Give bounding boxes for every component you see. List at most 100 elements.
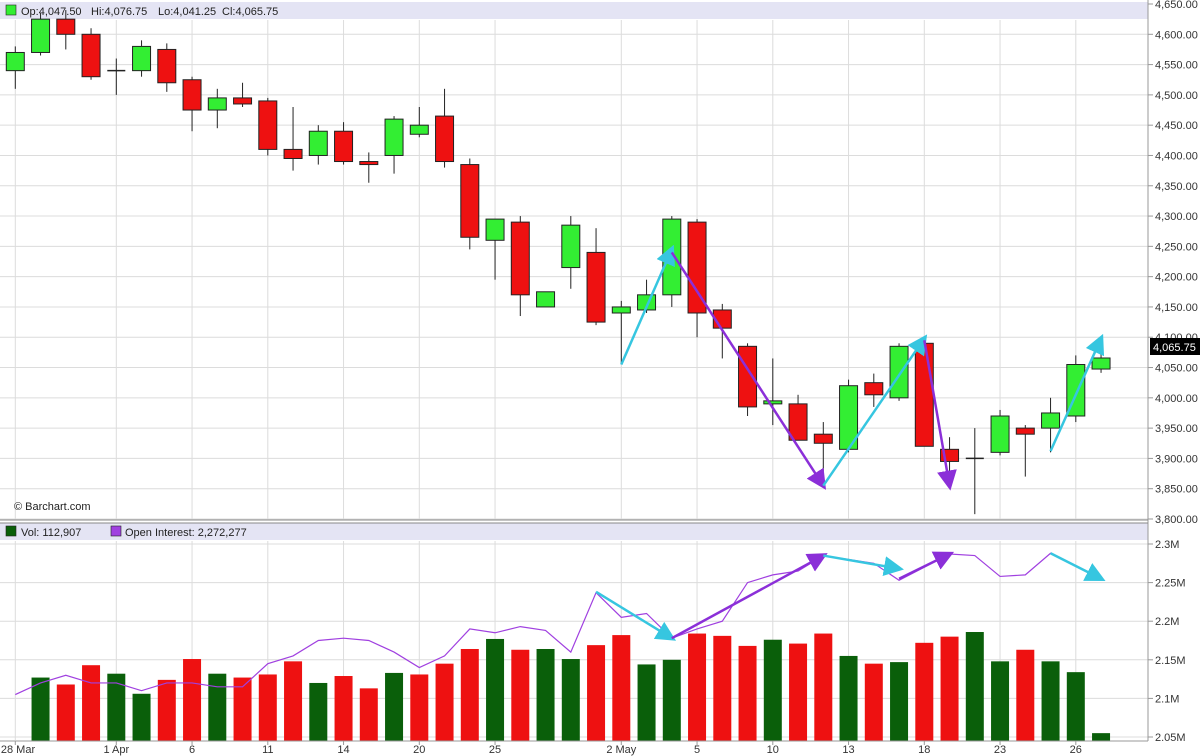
volume-bar xyxy=(486,638,505,741)
low-label: Lo:4,041.25 xyxy=(158,6,216,18)
date-tick-label: 5 xyxy=(694,744,700,756)
date-tick-label: 26 xyxy=(1070,744,1082,756)
candle xyxy=(990,409,1010,456)
candle-body xyxy=(31,18,51,53)
price-tick-label: 4,300.00 xyxy=(1155,211,1198,223)
candle xyxy=(460,158,480,250)
candle-body xyxy=(460,164,480,238)
date-tick-label: 23 xyxy=(994,744,1006,756)
high-label: Hi:4,076.75 xyxy=(91,6,147,18)
date-tick-label: 14 xyxy=(337,744,349,756)
price-tick-label: 4,000.00 xyxy=(1155,393,1198,405)
date-axis-bg xyxy=(0,741,1200,756)
volume-bar xyxy=(789,643,808,741)
volume-bar xyxy=(1041,661,1060,741)
volume-bar xyxy=(410,674,429,741)
chart-root: Op:4,047.50 Hi:4,076.75 Lo:4,041.25 Cl:4… xyxy=(0,0,1200,756)
candle-body xyxy=(1041,412,1061,429)
volume-bar xyxy=(991,661,1010,741)
date-tick-label: 20 xyxy=(413,744,425,756)
candle-body xyxy=(1091,357,1111,370)
volume-tick-label: 2.1M xyxy=(1155,693,1179,705)
volume-bar xyxy=(334,676,353,741)
candle-body xyxy=(81,33,101,78)
candle xyxy=(914,340,934,447)
date-tick-label: 1 Apr xyxy=(103,744,129,756)
volume-bar xyxy=(662,659,681,741)
candle-body xyxy=(763,400,783,405)
price-ticks: 4,650.00 4,600.00 4,550.00 4,500.00 4,450.00… xyxy=(1148,0,1198,526)
volume-bar xyxy=(460,648,479,741)
price-tick-label: 4,600.00 xyxy=(1155,29,1198,41)
candle-body xyxy=(485,218,505,241)
candle xyxy=(889,343,909,401)
price-panel: Op:4,047.50 Hi:4,076.75 Lo:4,041.25 Cl:4… xyxy=(0,0,1148,520)
volume-bar xyxy=(435,663,454,741)
price-tick-label: 3,800.00 xyxy=(1155,514,1198,526)
volume-bar xyxy=(612,635,631,741)
volume-bar xyxy=(839,655,858,741)
volume-bar xyxy=(183,659,202,741)
price-axis: 4,650.00 4,600.00 4,550.00 4,500.00 4,450.00… xyxy=(1147,0,1200,744)
price-tick-label: 4,250.00 xyxy=(1155,241,1198,253)
candle xyxy=(536,291,556,308)
candle-body xyxy=(258,100,278,150)
candle-body xyxy=(384,118,404,156)
volume-bar xyxy=(814,633,833,741)
candle xyxy=(31,13,51,56)
volume-bar xyxy=(587,645,606,741)
candle-body xyxy=(889,345,909,399)
watermark: © Barchart.com xyxy=(14,501,91,513)
candle-body xyxy=(56,18,76,35)
candle-body xyxy=(435,115,455,163)
candle-body xyxy=(182,79,202,111)
date-tick-label: 10 xyxy=(767,744,779,756)
candle xyxy=(1066,355,1086,423)
volume-bar xyxy=(1092,733,1111,741)
date-tick-label: 28 Mar xyxy=(1,744,36,756)
date-tick-label: 18 xyxy=(918,744,930,756)
candle-body xyxy=(157,48,177,84)
candle-body xyxy=(990,415,1010,453)
date-tick-label: 25 xyxy=(489,744,501,756)
candle-body xyxy=(409,124,429,135)
volume-bar xyxy=(561,659,580,741)
volume-bar xyxy=(864,663,883,741)
volume-bar xyxy=(763,639,782,741)
volume-bar xyxy=(208,673,227,741)
volume-panel: Vol: 112,907 Open Interest: 2,272,277 xyxy=(0,523,1148,741)
volume-bar xyxy=(82,665,101,741)
price-tick-label: 4,200.00 xyxy=(1155,272,1198,284)
volume-bar xyxy=(940,636,959,741)
volume-bar xyxy=(1066,672,1085,741)
volume-label: Vol: 112,907 xyxy=(21,527,81,539)
candle-body xyxy=(283,148,303,159)
date-tick-label: 6 xyxy=(189,744,195,756)
volume-bar xyxy=(157,679,176,741)
volume-bar xyxy=(713,635,732,741)
volume-bar xyxy=(536,648,555,741)
candle-body xyxy=(864,382,884,396)
date-tick-label: 13 xyxy=(842,744,854,756)
price-tick-label: 4,150.00 xyxy=(1155,302,1198,314)
candle-body xyxy=(233,97,253,105)
price-tick-label: 4,400.00 xyxy=(1155,150,1198,162)
candle-body xyxy=(510,221,530,296)
date-axis: 28 Mar 1 Apr 6 11 14 20 25 2 May 5 10 13 18 23 26 xyxy=(0,740,1200,756)
price-tick-label: 4,550.00 xyxy=(1155,60,1198,72)
candle-body xyxy=(561,224,581,269)
volume-bar xyxy=(965,632,984,741)
price-tick-label: 3,900.00 xyxy=(1155,453,1198,465)
candle-body xyxy=(308,130,328,156)
price-legend-swatch xyxy=(5,4,17,16)
open-label: Op:4,047.50 xyxy=(21,6,82,18)
candle-body xyxy=(914,342,934,447)
volume-bar xyxy=(258,674,277,741)
price-tick-label: 4,050.00 xyxy=(1155,363,1198,375)
candle-body xyxy=(359,161,379,166)
volume-tick-label: 2.3M xyxy=(1155,539,1179,551)
volume-bar xyxy=(385,672,404,741)
candle-body xyxy=(207,97,227,111)
volume-bar xyxy=(56,684,75,741)
price-tick-label: 4,350.00 xyxy=(1155,181,1198,193)
